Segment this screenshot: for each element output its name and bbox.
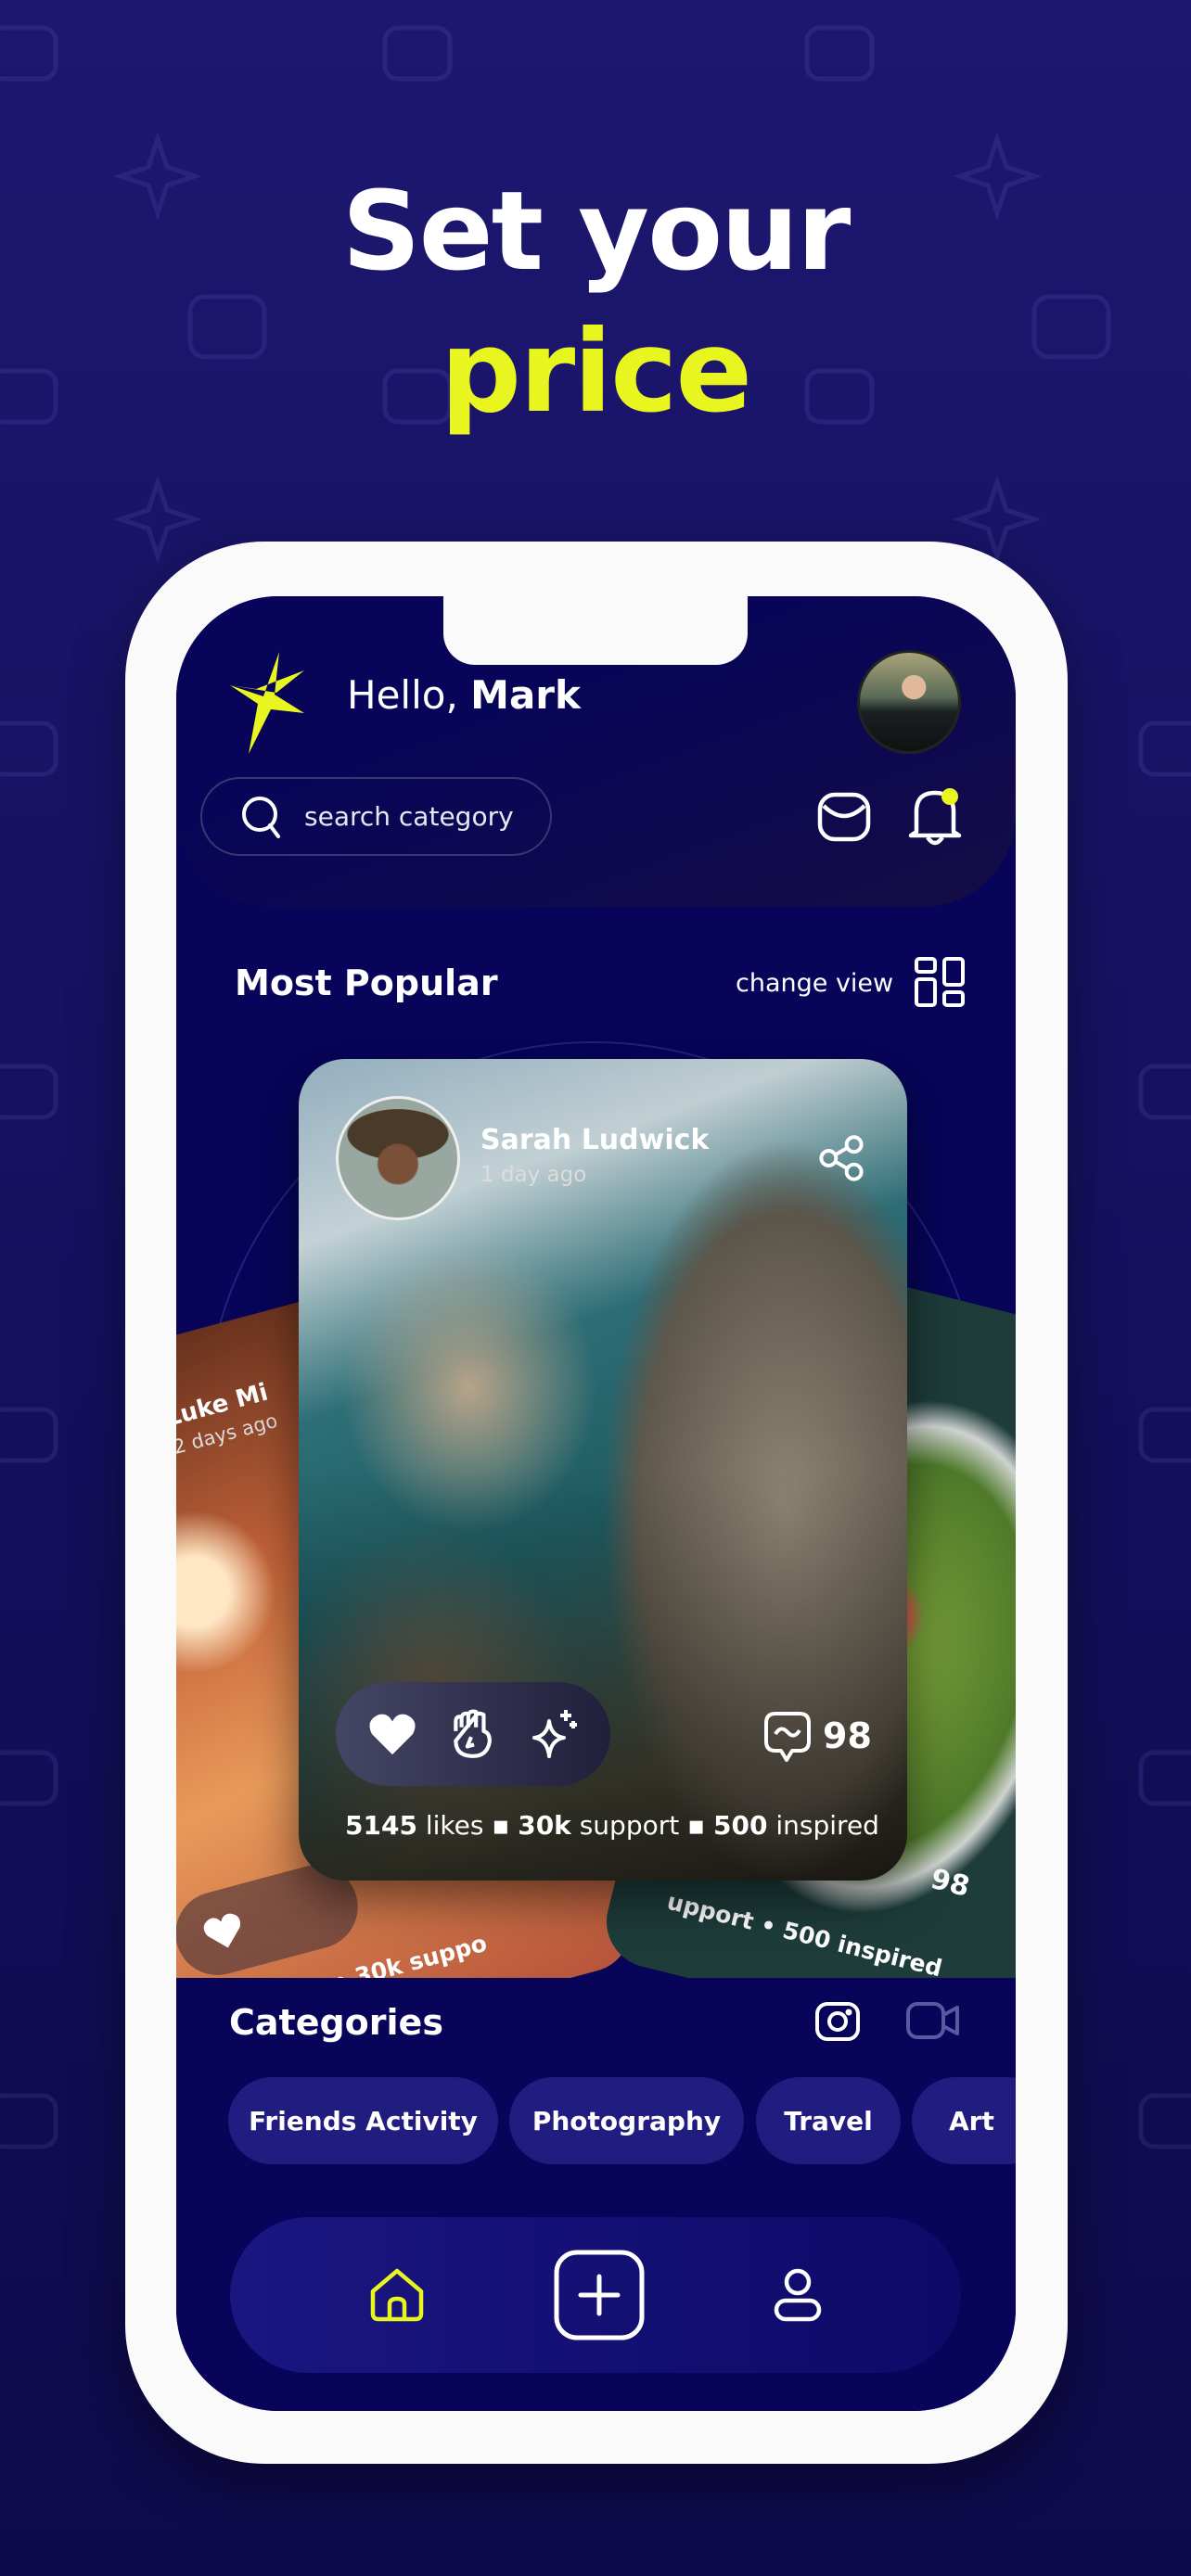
hero-title-line2: price — [440, 306, 752, 438]
grid-view-icon[interactable] — [914, 956, 966, 1008]
category-chip-photography[interactable]: Photography — [509, 2077, 744, 2164]
support-label: support — [579, 1810, 680, 1841]
logo-lightning-icon — [230, 652, 304, 754]
search-placeholder: search category — [304, 801, 514, 832]
post-card-featured[interactable]: Sarah Ludwick 1 day ago 98 5145 likes ▪ … — [299, 1059, 907, 1881]
comment-icon[interactable] — [762, 1710, 813, 1764]
create-post-icon[interactable] — [553, 2249, 646, 2341]
category-chip-art[interactable]: Art — [912, 2077, 1016, 2164]
heart-icon[interactable] — [367, 1711, 417, 1757]
most-popular-title: Most Popular — [235, 963, 498, 1003]
bottom-nav — [230, 2217, 961, 2373]
post-stats: 5145 likes ▪ 30k support ▪ 500 inspired — [345, 1810, 879, 1841]
support-count: 30k — [518, 1810, 571, 1841]
notification-dot — [941, 788, 958, 805]
greeting: Hello, Mark — [347, 672, 581, 718]
category-chip-friends-activity[interactable]: Friends Activity — [228, 2077, 498, 2164]
home-icon[interactable] — [367, 2265, 427, 2325]
phone-notch — [443, 596, 748, 665]
user-name: Mark — [470, 672, 581, 718]
hero-title-line1: Set your — [341, 167, 852, 295]
mail-icon[interactable] — [816, 789, 872, 845]
heart-icon[interactable] — [199, 1908, 249, 1955]
reaction-bar — [336, 1682, 610, 1786]
likes-count: 5145 — [345, 1810, 417, 1841]
header-panel: Hello, Mark search category — [176, 596, 1016, 907]
camera-icon[interactable] — [814, 1996, 861, 2043]
author-name: Sarah Ludwick — [480, 1124, 710, 1156]
categories-title: Categories — [229, 2002, 443, 2043]
inspired-count: 500 — [713, 1810, 768, 1841]
likes-label: likes — [425, 1810, 484, 1841]
inspired-label: inspired — [775, 1810, 879, 1841]
share-icon[interactable] — [818, 1135, 864, 1181]
bell-icon[interactable] — [907, 784, 963, 848]
profile-icon[interactable] — [772, 2267, 824, 2323]
post-stats: upport • 500 inspired — [664, 1887, 945, 1983]
comment-count: 98 — [927, 1862, 973, 1904]
change-view-link[interactable]: change view — [736, 969, 893, 998]
greeting-text: Hello, — [347, 672, 458, 718]
sparkle-inspire-icon[interactable] — [527, 1708, 579, 1760]
post-time: 1 day ago — [480, 1163, 587, 1187]
author-avatar — [336, 1096, 460, 1220]
fist-support-icon[interactable] — [447, 1708, 497, 1760]
app-screen: Hello, Mark search category Most Popular… — [176, 596, 1016, 2411]
video-icon[interactable] — [905, 2000, 961, 2041]
comment-count: 98 — [823, 1715, 872, 1756]
user-avatar[interactable] — [857, 650, 961, 754]
search-icon — [242, 796, 280, 838]
search-input[interactable]: search category — [200, 777, 552, 856]
category-chip-travel[interactable]: Travel — [756, 2077, 901, 2164]
